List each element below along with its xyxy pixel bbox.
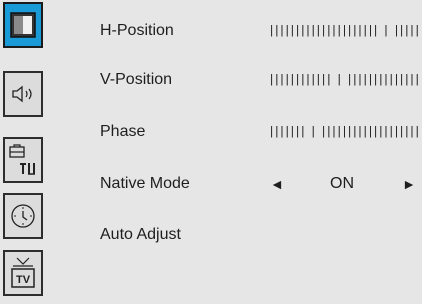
native-mode-selector[interactable]: ◄ ON ► — [270, 175, 416, 192]
menu-row-phase[interactable]: Phase ||||||| | ||||||||||||||||||||||| — [80, 120, 422, 144]
menu-row-auto-adjust[interactable]: Auto Adjust — [80, 223, 422, 247]
phase-slider[interactable]: ||||||| | ||||||||||||||||||||||| — [268, 125, 422, 139]
phase-label: Phase — [100, 123, 146, 140]
svg-text:TV: TV — [16, 274, 31, 286]
tab-clock[interactable] — [3, 193, 43, 239]
h-position-slider[interactable]: ||||||||||||||||||||| | |||||||| — [268, 24, 422, 38]
v-position-label: V-Position — [100, 71, 173, 88]
tv-icon: TV — [11, 257, 35, 288]
tab-audio[interactable] — [3, 71, 43, 117]
osd-menu: TV H-Position ||||||||||||||||||||| | ||… — [0, 0, 422, 304]
menu-row-native-mode[interactable]: Native Mode ◄ ON ► — [80, 172, 422, 196]
speaker-icon — [12, 85, 32, 103]
h-position-label: H-Position — [100, 22, 174, 39]
tab-tv[interactable]: TV — [3, 250, 43, 296]
menu-row-h-position[interactable]: H-Position ||||||||||||||||||||| | |||||… — [80, 19, 422, 43]
tools-icon — [9, 144, 35, 175]
tab-tools[interactable] — [3, 137, 43, 183]
tab-display[interactable] — [3, 2, 43, 48]
menu-content: H-Position ||||||||||||||||||||| | |||||… — [80, 0, 422, 304]
v-position-slider[interactable]: |||||||||||| | |||||||||||||||||| — [268, 73, 422, 87]
menu-row-v-position[interactable]: V-Position |||||||||||| | ||||||||||||||… — [80, 68, 422, 92]
auto-adjust-label: Auto Adjust — [100, 226, 181, 243]
native-mode-label: Native Mode — [100, 175, 190, 192]
clock-icon — [11, 204, 35, 228]
sidebar: TV — [0, 0, 80, 304]
native-mode-value: ON — [330, 175, 354, 192]
left-arrow-icon[interactable]: ◄ — [270, 177, 284, 191]
right-arrow-icon[interactable]: ► — [402, 177, 416, 191]
display-icon — [10, 12, 36, 38]
